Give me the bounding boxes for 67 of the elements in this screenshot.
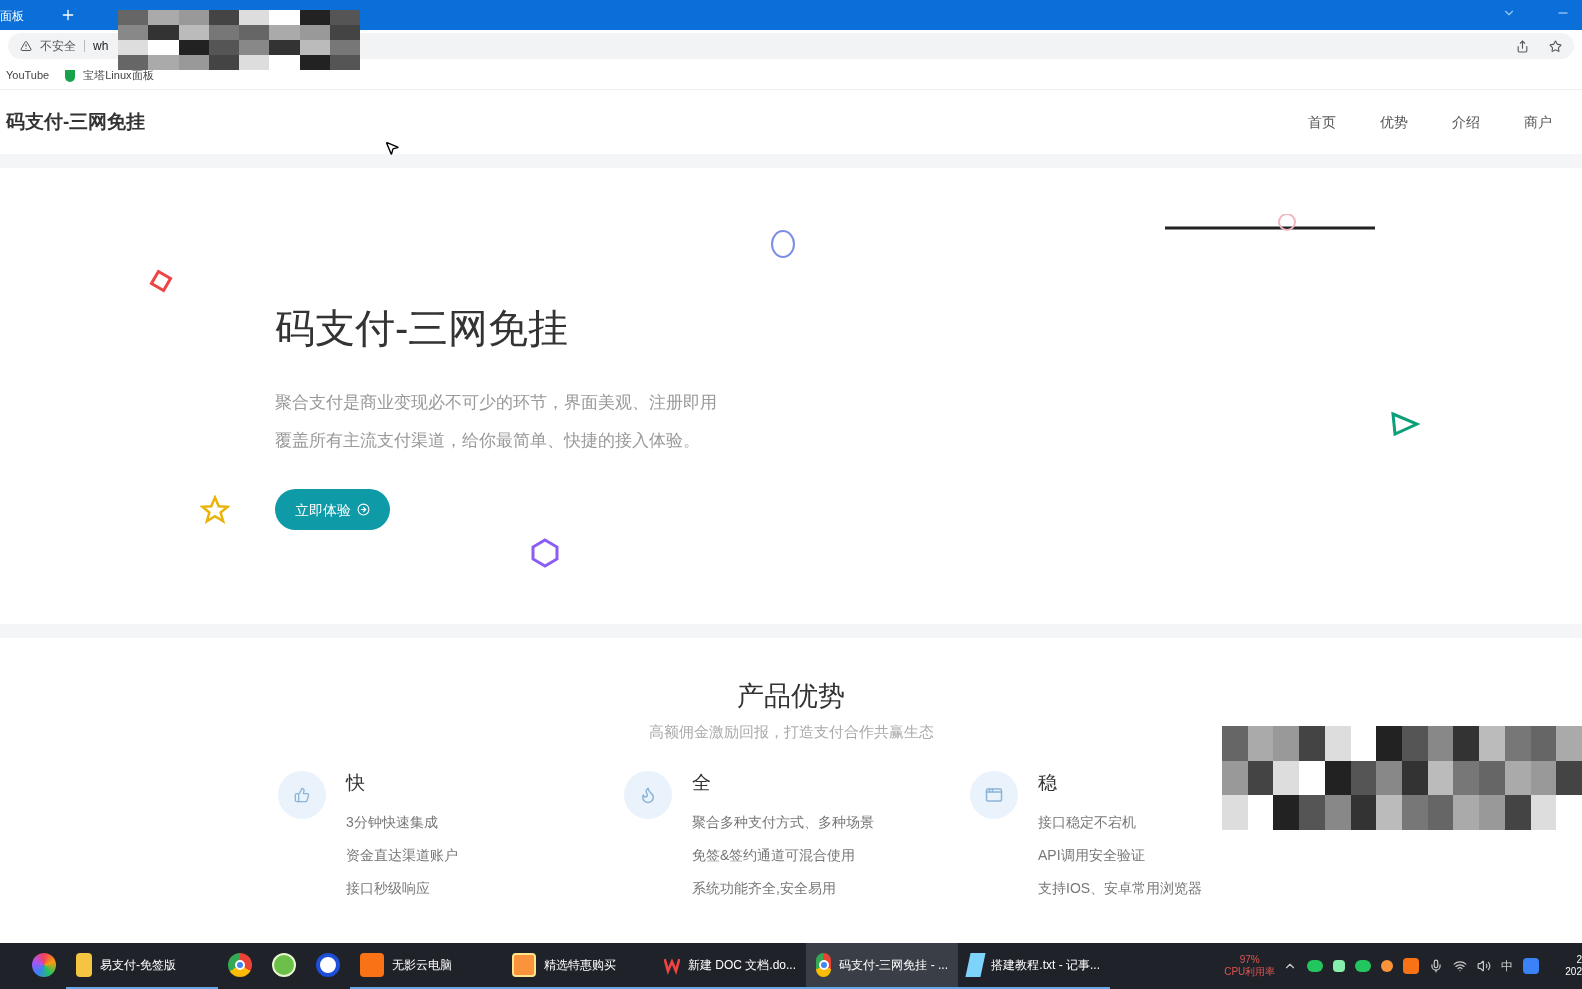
feature-title: 全 bbox=[692, 773, 712, 792]
hexagon-shape bbox=[530, 538, 560, 568]
microphone-icon[interactable] bbox=[1429, 959, 1444, 973]
feature-title: 快 bbox=[346, 773, 366, 792]
star-shape bbox=[200, 495, 230, 525]
ring-shape bbox=[770, 228, 796, 260]
chat-icon[interactable] bbox=[1307, 960, 1324, 972]
taskbar-item[interactable]: 精选特惠购买 bbox=[502, 943, 654, 989]
app-icon bbox=[316, 953, 340, 977]
notepad-icon bbox=[965, 953, 986, 977]
taskbar-item[interactable]: 码支付-三网免挂 - ... bbox=[806, 943, 958, 989]
app-icon bbox=[512, 953, 536, 977]
feature-point: 3分钟快速集成 bbox=[346, 813, 439, 832]
new-tab-icon[interactable] bbox=[60, 7, 76, 23]
flame-icon bbox=[639, 786, 657, 804]
tray-icon[interactable] bbox=[1333, 960, 1346, 972]
feature-point: 接口秒级响应 bbox=[346, 879, 431, 898]
taskbar-item[interactable]: 无影云电脑 bbox=[350, 943, 502, 989]
nav-link[interactable]: 商户 bbox=[1524, 112, 1552, 132]
nav-link[interactable]: 首页 bbox=[1308, 112, 1336, 132]
section-subtitle: 高额佣金激励回报，打造支付合作共赢生态 bbox=[648, 721, 934, 742]
security-label: 不安全 bbox=[40, 38, 76, 54]
nav-link[interactable]: 优势 bbox=[1380, 112, 1408, 132]
clock[interactable]: 2 202 bbox=[1549, 953, 1582, 979]
folder-icon bbox=[76, 953, 92, 977]
triangle-shape bbox=[1390, 411, 1420, 437]
browser-tab[interactable]: 面板 bbox=[0, 2, 48, 30]
arrow-right-icon bbox=[357, 503, 370, 516]
input-method[interactable]: 中 bbox=[1501, 957, 1514, 975]
site-logo[interactable]: 码支付-三网免挂 bbox=[6, 107, 146, 137]
feature-point: API调用安全验证 bbox=[1038, 846, 1146, 865]
cpu-meter: 97% CPU利用率 bbox=[1224, 953, 1276, 979]
window-icon bbox=[985, 786, 1003, 804]
nav-link[interactable]: 介绍 bbox=[1452, 112, 1480, 132]
feature-point: 资金直达渠道账户 bbox=[346, 846, 458, 865]
app-icon bbox=[32, 953, 56, 977]
taskbar-item[interactable]: 易支付-免签版 bbox=[66, 943, 218, 989]
share-icon[interactable] bbox=[1516, 39, 1529, 53]
shield-icon bbox=[65, 69, 76, 82]
feature-title: 稳 bbox=[1038, 773, 1058, 792]
wifi-icon[interactable] bbox=[1453, 959, 1468, 973]
feature-point: 免签&签约通道可混合使用 bbox=[692, 846, 857, 865]
feature-point: 支持IOS、安卓常用浏览器 bbox=[1038, 879, 1203, 898]
chat-icon[interactable] bbox=[1355, 960, 1372, 972]
feature-point: 系统功能齐全,安全易用 bbox=[692, 879, 837, 898]
thumbs-up-icon bbox=[294, 787, 310, 803]
tray-icon[interactable] bbox=[1381, 960, 1394, 972]
volume-icon[interactable] bbox=[1477, 959, 1492, 973]
warning-icon bbox=[20, 40, 32, 52]
feature-point: 接口稳定不宕机 bbox=[1038, 813, 1137, 832]
taskbar-item[interactable]: 搭建教程.txt - 记事... bbox=[958, 943, 1110, 989]
tray-icon[interactable] bbox=[1403, 958, 1420, 974]
bookmark[interactable]: YouTube bbox=[6, 67, 50, 84]
browser-icon bbox=[816, 953, 832, 977]
mouse-pointer-icon bbox=[384, 140, 400, 156]
section-title: 产品优势 bbox=[737, 680, 845, 713]
bookmark-star-icon[interactable] bbox=[1549, 39, 1562, 53]
hero-description: 覆盖所有主流支付渠道，给你最简单、快捷的接入体验。 bbox=[275, 429, 700, 452]
url-text[interactable]: wh bbox=[93, 38, 109, 54]
diamond-shape bbox=[148, 268, 174, 294]
hero-title: 码支付-三网免挂 bbox=[275, 308, 570, 348]
app-icon bbox=[272, 953, 296, 977]
feature-point: 聚合多种支付方式、多种场景 bbox=[692, 813, 874, 832]
bookmark[interactable]: 宝塔Linux面板 bbox=[65, 67, 154, 84]
browser-icon bbox=[228, 953, 252, 977]
app-icon bbox=[360, 953, 384, 977]
hero-description: 聚合支付是商业变现必不可少的环节，界面美观、注册即用 bbox=[275, 392, 717, 414]
